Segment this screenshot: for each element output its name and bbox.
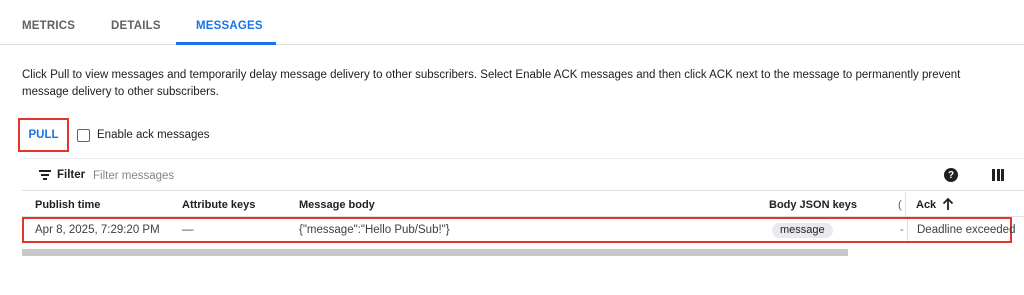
messages-description: Click Pull to view messages and temporar… — [22, 69, 961, 98]
filter-input[interactable] — [93, 167, 393, 185]
filter-label: Filter — [57, 169, 86, 181]
column-header-ack-cell[interactable]: Ack — [905, 192, 1015, 217]
column-display-icon[interactable] — [992, 169, 1004, 181]
cell-message-body: {"message":"Hello Pub/Sub!"} — [299, 224, 450, 236]
cell-publish-time: Apr 8, 2025, 7:29:20 PM — [35, 224, 160, 236]
enable-ack-checkbox[interactable] — [77, 129, 90, 142]
tab-metrics[interactable]: METRICS — [22, 20, 75, 32]
filter-bar: Filter ? — [22, 158, 1024, 191]
active-tab-indicator — [176, 42, 276, 45]
cell-ack-status: Deadline exceeded — [917, 224, 1016, 236]
tab-bar: METRICS DETAILS MESSAGES — [0, 0, 1024, 45]
enable-ack-label: Enable ack messages — [97, 129, 210, 141]
column-header-body-json-keys[interactable]: Body JSON keys — [769, 199, 857, 211]
horizontal-scrollbar[interactable] — [22, 249, 848, 256]
tab-details[interactable]: DETAILS — [111, 20, 161, 32]
arrow-up-icon[interactable] — [942, 197, 954, 211]
help-icon[interactable]: ? — [944, 168, 958, 182]
column-header-ack[interactable]: Ack — [916, 199, 936, 211]
column-header-truncated: ( — [898, 199, 902, 211]
filter-icon — [39, 170, 51, 180]
cell-ack-wrap: Deadline exceeded — [907, 219, 1015, 241]
cell-truncated: - — [900, 224, 904, 236]
json-key-chip: message — [772, 223, 833, 238]
table-row[interactable]: Apr 8, 2025, 7:29:20 PM — {"message":"He… — [22, 217, 1015, 243]
column-header-message-body[interactable]: Message body — [299, 199, 375, 211]
tab-messages[interactable]: MESSAGES — [196, 20, 263, 32]
column-header-publish-time[interactable]: Publish time — [35, 199, 100, 211]
cell-attribute-keys: — — [182, 224, 194, 236]
column-header-attribute-keys[interactable]: Attribute keys — [182, 199, 255, 211]
table-header: Publish time Attribute keys Message body… — [22, 192, 1024, 217]
pull-button[interactable]: PULL — [18, 118, 69, 152]
